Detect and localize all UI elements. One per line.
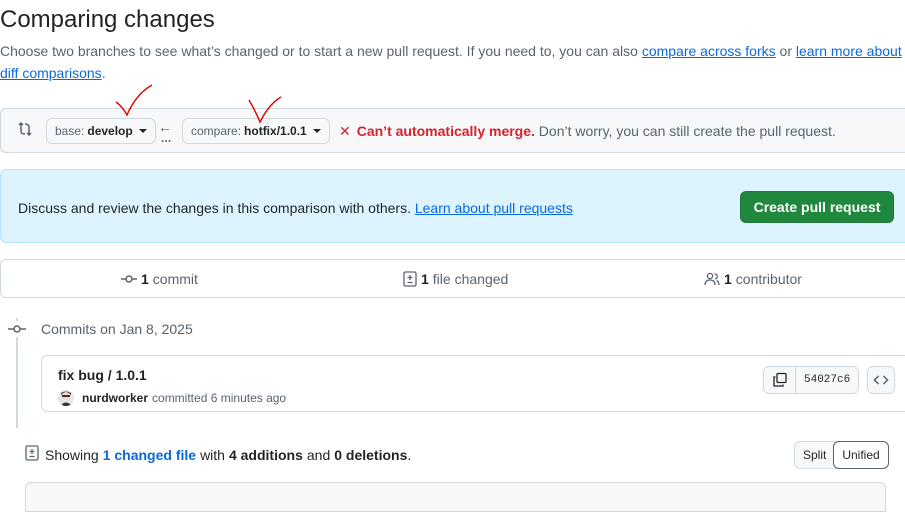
diff-summary-showing: Showing — [45, 446, 99, 463]
diff-summary: Showing 1 changed file with 4 additions … — [25, 445, 411, 464]
unified-view-button[interactable]: Unified — [833, 441, 889, 469]
x-icon: ✕ — [339, 123, 351, 139]
diff-summary-period: . — [407, 446, 412, 463]
diff-view-toggle: Split Unified — [794, 441, 889, 469]
info-message: Discuss and review the changes in this c… — [18, 200, 415, 216]
description-suffix: . — [101, 65, 106, 81]
commit-list-item: fix bug / 1.0.1 nurdworker committed 6 m… — [41, 355, 905, 412]
description-text: Choose two branches to see what’s change… — [0, 43, 642, 59]
info-text: Discuss and review the changes in this c… — [18, 200, 573, 216]
files-count: 1 — [421, 271, 429, 287]
additions-count: 4 additions — [228, 446, 303, 463]
copy-icon — [772, 372, 787, 387]
commits-count: 1 — [141, 271, 149, 287]
file-diff-header — [25, 482, 886, 512]
files-changed-stat[interactable]: 1 file changed — [403, 271, 508, 287]
commit-action: committed — [152, 391, 208, 405]
page-title: Comparing changes — [0, 6, 215, 33]
red-check-annotation — [115, 84, 153, 117]
base-branch-select[interactable]: base: develop — [46, 118, 156, 144]
file-diff-icon — [25, 445, 39, 464]
base-branch-value: develop — [87, 124, 133, 138]
base-label: base: — [55, 124, 85, 138]
commit-author[interactable]: nurdworker — [82, 391, 148, 405]
commit-sha-link[interactable]: 54027c6 — [796, 367, 858, 393]
sha-button-group: 54027c6 — [763, 366, 860, 394]
commits-label: commit — [152, 271, 198, 287]
files-label: file changed — [432, 271, 509, 287]
commit-title-link[interactable]: fix bug / 1.0.1 — [58, 367, 147, 383]
split-view-button[interactable]: Split — [795, 442, 834, 468]
diff-summary-and: and — [306, 446, 331, 463]
deletions-count: 0 deletions — [334, 446, 408, 463]
learn-pull-requests-link[interactable]: Learn about pull requests — [415, 200, 573, 216]
copy-sha-button[interactable] — [764, 367, 796, 393]
caret-down-icon — [138, 129, 147, 133]
commit-time: 6 minutes ago — [210, 391, 287, 405]
changed-files-link[interactable]: 1 changed file — [103, 447, 196, 463]
caret-down-icon — [312, 129, 321, 133]
compare-across-forks-link[interactable]: compare across forks — [642, 43, 776, 59]
browse-repo-button[interactable] — [867, 366, 895, 394]
code-icon — [873, 375, 889, 385]
merge-status-text: Don’t worry, you can still create the pu… — [534, 123, 836, 139]
comparison-stats: 1 commit 1 file changed 1 contributor — [0, 259, 905, 298]
file-diff-icon — [403, 271, 417, 287]
merge-status: ✕ Can’t automatically merge. Don’t worry,… — [339, 123, 836, 140]
contributors-count: 1 — [724, 271, 732, 287]
commit-icon — [121, 275, 137, 283]
commit-icon — [8, 321, 26, 337]
page-description: Choose two branches to see what’s change… — [0, 40, 905, 84]
avatar[interactable] — [58, 390, 74, 406]
people-icon — [704, 272, 720, 286]
ellipsis-icon — [161, 140, 171, 142]
contributors-label: contributor — [735, 271, 802, 287]
merge-status-strong: Can’t automatically merge. — [356, 123, 535, 139]
red-check-annotation — [248, 96, 282, 124]
create-pull-request-button[interactable]: Create pull request — [740, 191, 894, 223]
compare-label: compare: — [191, 124, 242, 138]
git-compare-icon — [17, 121, 33, 142]
arrow-left-icon: ← — [158, 119, 172, 135]
pull-request-info-banner: Discuss and review the changes in this c… — [0, 169, 905, 243]
commit-meta: nurdworker committed 6 minutes ago — [58, 390, 286, 406]
commits-date-heading: Commits on Jan 8, 2025 — [41, 321, 193, 337]
contributors-stat[interactable]: 1 contributor — [704, 271, 802, 287]
diff-summary-with: with — [200, 446, 225, 463]
commits-stat[interactable]: 1 commit — [121, 271, 198, 287]
description-or: or — [775, 43, 796, 59]
